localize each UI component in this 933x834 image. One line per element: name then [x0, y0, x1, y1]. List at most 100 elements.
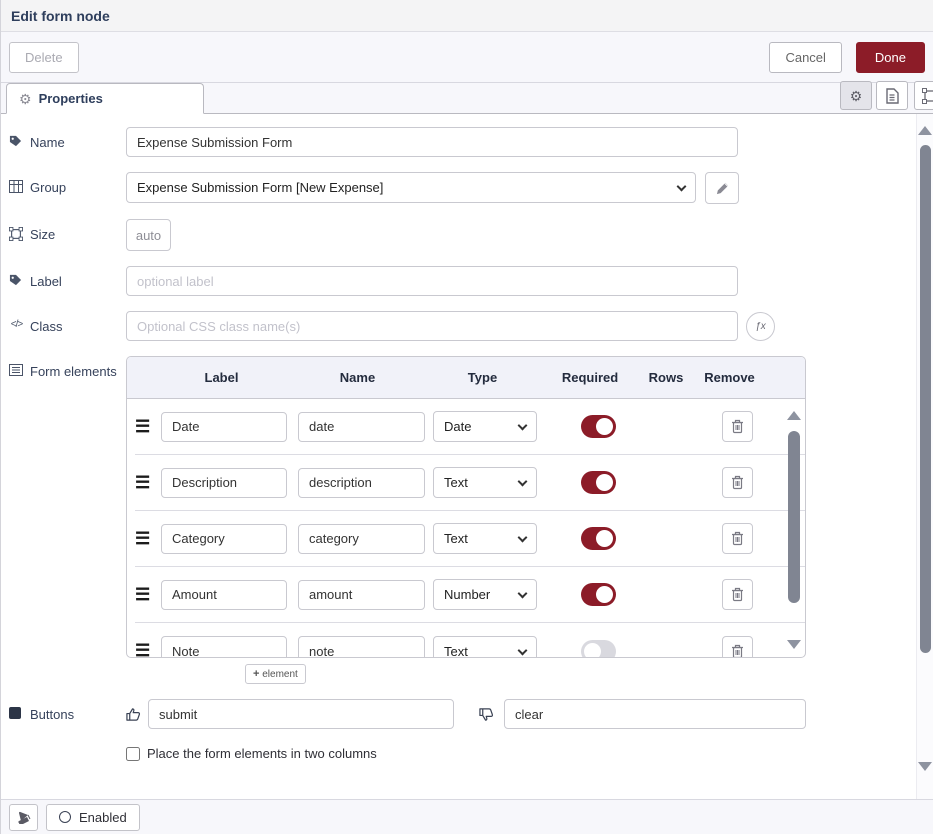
trash-icon [731, 587, 744, 602]
resize-icon [9, 227, 24, 251]
class-row: </> Class ƒx [9, 311, 903, 341]
element-type-select[interactable]: Text [433, 523, 537, 554]
form-elements-rows: ☰ Date ☰ Text ☰ Text ☰ Number ☰ Text [127, 399, 805, 657]
tab-properties-label: Properties [39, 91, 103, 106]
required-toggle[interactable] [581, 415, 616, 438]
name-input[interactable] [126, 127, 738, 157]
element-label-input[interactable] [161, 636, 287, 657]
scrollbar-thumb[interactable] [788, 431, 800, 603]
element-label-input[interactable] [161, 524, 287, 554]
size-auto-button[interactable]: auto [126, 219, 171, 251]
square-icon [9, 707, 24, 729]
node-help-button[interactable] [9, 804, 38, 831]
form-element-row: ☰ Text [135, 455, 805, 511]
form-elements-table: LabelNameTypeRequiredRowsRemove ☰ Date ☰ Te… [126, 356, 806, 658]
name-row: Name [9, 127, 903, 157]
column-header-rows: Rows [640, 370, 692, 385]
element-type-select[interactable]: Text [433, 467, 537, 498]
gear-icon: ⚙ [850, 89, 863, 103]
delete-element-button[interactable] [722, 636, 753, 658]
document-icon [885, 88, 899, 104]
scroll-up-icon[interactable] [787, 411, 801, 420]
delete-button[interactable]: Delete [9, 42, 79, 73]
tag-icon [9, 274, 24, 296]
required-toggle[interactable] [581, 640, 616, 658]
element-name-input[interactable] [298, 636, 425, 657]
cancel-button[interactable]: Cancel [769, 42, 841, 73]
form-element-row: ☰ Text [135, 623, 805, 657]
element-name-input[interactable] [298, 412, 425, 442]
two-columns-row: Place the form elements in two columns [126, 746, 903, 761]
code-icon: </> [9, 319, 24, 341]
edit-group-button[interactable] [705, 172, 739, 204]
delete-element-button[interactable] [722, 523, 753, 554]
done-button[interactable]: Done [856, 42, 925, 73]
trash-icon [731, 531, 744, 546]
delete-element-button[interactable] [722, 467, 753, 498]
form-elements-row: Form elements LabelNameTypeRequiredRowsR… [9, 356, 903, 684]
drag-handle-icon[interactable]: ☰ [135, 529, 161, 549]
drag-handle-icon[interactable]: ☰ [135, 473, 161, 493]
column-header-remove: Remove [692, 370, 767, 385]
scroll-down-icon[interactable] [787, 640, 801, 649]
trash-icon [731, 419, 744, 434]
element-type-select[interactable]: Text [433, 636, 537, 658]
scroll-down-icon[interactable] [918, 762, 932, 771]
scroll-up-icon[interactable] [918, 126, 932, 135]
element-name-input[interactable] [298, 524, 425, 554]
size-label: Size [9, 219, 126, 251]
label-label: Label [9, 266, 126, 296]
two-columns-checkbox[interactable] [126, 747, 140, 761]
element-type-select[interactable]: Number [433, 579, 537, 610]
appearance-icon-button[interactable] [914, 81, 933, 110]
column-header-name: Name [290, 370, 425, 385]
buttons-label: Buttons [9, 699, 126, 729]
scrollbar-thumb[interactable] [920, 145, 931, 653]
fx-icon: ƒx [755, 321, 766, 332]
gear-icon: ⚙ [19, 92, 32, 106]
size-row: Size auto [9, 219, 903, 251]
submit-button-input[interactable] [148, 699, 454, 729]
form-element-row: ☰ Date [135, 399, 805, 455]
drag-handle-icon[interactable]: ☰ [135, 641, 161, 657]
enabled-toggle-button[interactable]: Enabled [46, 804, 140, 831]
dialog-footer: Enabled [1, 799, 933, 834]
enabled-label: Enabled [79, 810, 127, 825]
element-type-select[interactable]: Date [433, 411, 537, 442]
scale-icon [922, 88, 933, 104]
add-element-button[interactable]: + element [245, 664, 306, 684]
dynamic-class-button[interactable]: ƒx [746, 312, 775, 341]
required-toggle[interactable] [581, 583, 616, 606]
tab-properties[interactable]: ⚙ Properties [6, 83, 204, 114]
form-elements-header: LabelNameTypeRequiredRowsRemove [127, 357, 805, 399]
tag-icon [9, 135, 24, 157]
form-elements-label: Form elements [9, 356, 126, 684]
delete-element-button[interactable] [722, 411, 753, 442]
drag-handle-icon[interactable]: ☰ [135, 585, 161, 605]
delete-element-button[interactable] [722, 579, 753, 610]
pencil-icon [716, 182, 729, 195]
column-header-label: Label [153, 370, 290, 385]
tab-bar: ⚙ Properties ⚙ [1, 83, 933, 114]
description-icon-button[interactable] [876, 81, 908, 110]
element-label-input[interactable] [161, 412, 287, 442]
group-select[interactable]: Expense Submission Form [New Expense] [126, 172, 696, 203]
column-header-required: Required [540, 370, 640, 385]
required-toggle[interactable] [581, 527, 616, 550]
two-columns-label[interactable]: Place the form elements in two columns [147, 746, 377, 761]
element-label-input[interactable] [161, 468, 287, 498]
group-row: Group Expense Submission Form [New Expen… [9, 172, 903, 204]
properties-icon-button[interactable]: ⚙ [840, 81, 872, 110]
cancel-button-input[interactable] [504, 699, 806, 729]
panel-scrollbar[interactable] [916, 114, 933, 799]
drag-handle-icon[interactable]: ☰ [135, 417, 161, 437]
thumbs-up-icon [126, 707, 141, 722]
class-input[interactable] [126, 311, 738, 341]
element-name-input[interactable] [298, 580, 425, 610]
name-label: Name [9, 127, 126, 157]
required-toggle[interactable] [581, 471, 616, 494]
element-name-input[interactable] [298, 468, 425, 498]
label-input[interactable] [126, 266, 738, 296]
table-scrollbar[interactable] [786, 399, 802, 657]
element-label-input[interactable] [161, 580, 287, 610]
